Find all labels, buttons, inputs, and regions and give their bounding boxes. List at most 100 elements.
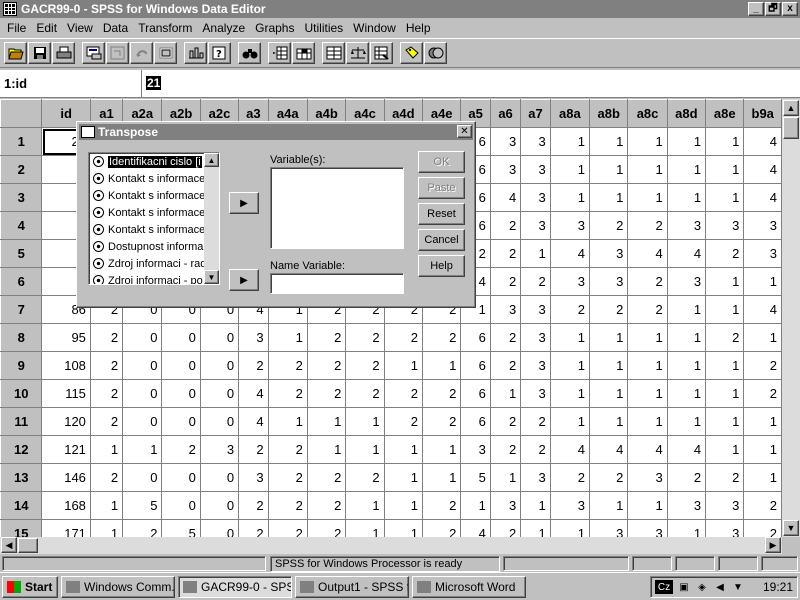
restore-button[interactable]: 🗗 [765,2,781,16]
data-cell[interactable]: 1 [549,379,591,408]
data-cell[interactable]: 146 [41,463,91,492]
vertical-scrollbar[interactable]: ▲ ▼ [782,99,800,537]
goto-case-icon[interactable] [154,42,177,64]
data-cell[interactable]: 1 [383,463,424,492]
window-title-bar[interactable]: GACR99-0 - SPSS for Windows Data Editor … [0,0,800,18]
data-cell[interactable]: 1 [589,491,629,520]
scroll-left-arrow[interactable]: ◀ [1,537,17,553]
data-cell[interactable]: 3 [238,463,269,492]
variable-item[interactable]: Kontakt s informace [89,204,219,221]
data-cell[interactable]: 1 [743,267,782,296]
variable-item[interactable]: Identifikacni cislo [i [89,153,219,170]
data-cell[interactable]: 2 [627,211,668,240]
data-cell[interactable]: 0 [199,519,240,537]
data-cell[interactable]: 1 [520,491,551,520]
data-cell[interactable]: 3 [705,519,745,537]
menu-data[interactable]: Data [98,21,133,35]
undo-icon[interactable] [106,42,129,64]
data-cell[interactable]: 0 [161,491,201,520]
data-cell[interactable]: 6 [460,351,491,380]
column-header[interactable]: a8b [589,99,629,128]
data-cell[interactable]: 3 [520,351,551,380]
data-cell[interactable]: 1 [267,407,308,436]
data-cell[interactable]: 2 [705,239,745,268]
data-cell[interactable]: 1 [383,491,424,520]
data-cell[interactable]: 1 [627,379,668,408]
data-cell[interactable]: 1 [627,491,668,520]
column-header[interactable]: a8c [627,99,668,128]
menu-transform[interactable]: Transform [133,21,197,35]
data-cell[interactable]: 1 [743,407,782,436]
data-cell[interactable]: 1 [422,351,462,380]
data-cell[interactable]: 3 [705,491,745,520]
data-cell[interactable]: 2 [345,351,385,380]
data-cell[interactable]: 4 [666,435,707,464]
column-header[interactable]: a8e [705,99,745,128]
move-to-variables-button[interactable]: ▶ [229,192,259,214]
data-cell[interactable]: 2 [489,323,522,352]
data-cell[interactable]: 5 [122,491,163,520]
row-number[interactable]: 13 [0,463,43,492]
data-cell[interactable]: 2 [238,351,269,380]
horizontal-scroll-thumb[interactable] [18,538,38,553]
data-cell[interactable]: 2 [345,323,385,352]
display-icon[interactable]: ◈ [695,580,709,594]
close-button[interactable]: x [782,2,798,16]
variable-item[interactable]: Zdroj informaci - po [89,272,219,284]
data-cell[interactable]: 0 [122,379,163,408]
reset-button[interactable]: Reset [418,203,465,225]
data-cell[interactable]: 1 [267,323,308,352]
variable-item[interactable]: Kontakt s informace [89,187,219,204]
data-cell[interactable]: 3 [520,183,551,212]
data-cell[interactable]: 3 [520,323,551,352]
value-labels-icon[interactable] [400,42,423,64]
data-cell[interactable]: 120 [41,407,91,436]
row-number[interactable]: 9 [0,351,43,380]
data-cell[interactable]: 4 [460,519,491,537]
data-cell[interactable]: 2 [238,435,269,464]
data-cell[interactable]: 2 [161,435,201,464]
data-cell[interactable]: 2 [267,435,308,464]
data-cell[interactable]: 3 [520,211,551,240]
row-number[interactable]: 4 [0,211,43,240]
data-cell[interactable]: 1 [627,155,668,184]
data-cell[interactable]: 2 [122,519,163,537]
row-number[interactable]: 6 [0,267,43,296]
move-to-name-variable-button[interactable]: ▶ [229,269,259,291]
data-cell[interactable]: 3 [238,323,269,352]
volume-icon[interactable]: ◀ [713,580,727,594]
task-windows-commander[interactable]: Windows Comm... [61,575,175,598]
data-cell[interactable]: 4 [743,155,782,184]
paste-button[interactable]: Paste [418,177,465,199]
spss-app-icon[interactable] [3,2,17,16]
data-cell[interactable]: 4 [627,239,668,268]
data-cell[interactable]: 2 [549,463,591,492]
data-cell[interactable]: 2 [238,491,269,520]
data-cell[interactable]: 1 [743,435,782,464]
data-cell[interactable]: 2 [705,463,745,492]
data-cell[interactable]: 2 [743,491,782,520]
data-cell[interactable]: 2 [89,463,124,492]
data-cell[interactable]: 2 [306,463,347,492]
data-cell[interactable]: 1 [345,519,385,537]
minimize-button[interactable]: _ [748,2,764,16]
data-cell[interactable]: 2 [589,463,629,492]
data-cell[interactable]: 1 [589,379,629,408]
data-cell[interactable]: 3 [666,211,707,240]
data-cell[interactable]: 1 [345,435,385,464]
task-microsoft-word[interactable]: Microsoft Word [412,575,526,598]
cancel-button[interactable]: Cancel [418,229,465,251]
data-cell[interactable]: 4 [627,435,668,464]
data-cell[interactable]: 1 [460,491,491,520]
data-cell[interactable]: 0 [199,351,240,380]
data-cell[interactable]: 2 [267,519,308,537]
horizontal-scrollbar[interactable]: ◀ ▶ [0,537,782,554]
data-cell[interactable]: 2 [422,519,462,537]
data-cell[interactable]: 1 [89,435,124,464]
help-button[interactable]: Help [418,255,465,277]
data-cell[interactable]: 2 [422,323,462,352]
dialog-title-bar[interactable]: Transpose [79,124,473,140]
data-cell[interactable]: 1 [666,127,707,156]
data-cell[interactable]: 0 [161,463,201,492]
row-number[interactable]: 7 [0,295,43,324]
